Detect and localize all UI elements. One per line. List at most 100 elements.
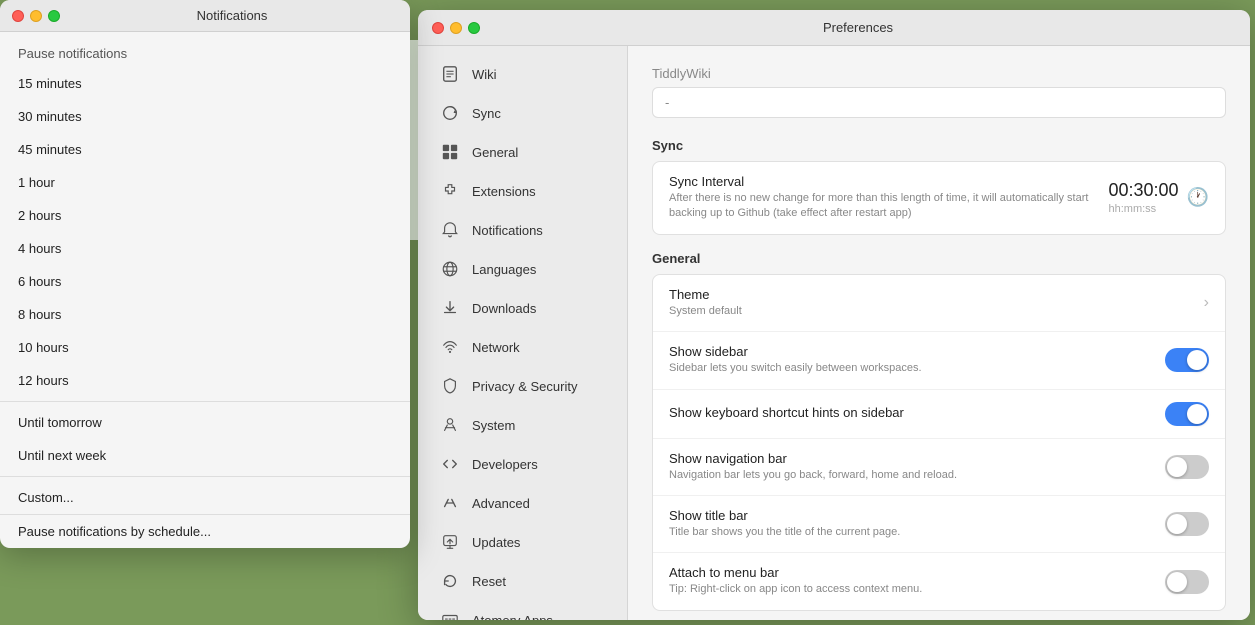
menu-bar-toggle[interactable]	[1165, 570, 1209, 594]
notif-item-3[interactable]: 1 hour	[0, 166, 410, 199]
prefs-close-button[interactable]	[432, 22, 444, 34]
prefs-window-title: Preferences	[480, 20, 1236, 35]
navigation-bar-control[interactable]	[1165, 455, 1209, 479]
title-bar-toggle-knob	[1167, 514, 1187, 534]
notif-item-7[interactable]: 8 hours	[0, 298, 410, 331]
title-bar-info: Show title bar Title bar shows you the ti…	[669, 508, 1165, 540]
notif-panel-title: Notifications	[66, 8, 398, 23]
extensions-icon	[440, 181, 460, 201]
show-sidebar-toggle[interactable]	[1165, 348, 1209, 372]
sidebar-item-label-reset: Reset	[472, 574, 506, 589]
theme-title: Theme	[669, 287, 1204, 302]
updates-icon	[440, 532, 460, 552]
sidebar-item-advanced[interactable]: Advanced	[424, 484, 621, 522]
sidebar-item-extensions[interactable]: Extensions	[424, 172, 621, 210]
general-icon	[440, 142, 460, 162]
notif-item-10[interactable]: Until tomorrow	[0, 406, 410, 439]
sidebar-item-downloads[interactable]: Downloads	[424, 289, 621, 327]
tiddlywiki-value: -	[652, 87, 1226, 118]
notif-header: Pause notifications	[0, 32, 410, 67]
sidebar-item-system[interactable]: System	[424, 406, 621, 444]
title-bar-control[interactable]	[1165, 512, 1209, 536]
sync-time-value[interactable]: 00:30:00	[1109, 180, 1179, 201]
notif-item-0[interactable]: 15 minutes	[0, 67, 410, 100]
general-row-theme: ThemeSystem default›	[653, 275, 1225, 332]
sidebar-item-notifications[interactable]: Notifications	[424, 211, 621, 249]
navigation-bar-info: Show navigation barNavigation bar lets y…	[669, 451, 1165, 483]
notif-item-12[interactable]: Custom...	[0, 481, 410, 514]
advanced-icon	[440, 493, 460, 513]
menu-bar-desc: Tip: Right-click on app icon to access c…	[669, 582, 1165, 597]
theme-info: ThemeSystem default	[669, 287, 1204, 319]
general-card: ThemeSystem default› Show sidebar Sidebar …	[652, 274, 1226, 611]
atomery-icon	[440, 610, 460, 620]
general-row-navigation-bar: Show navigation barNavigation bar lets y…	[653, 439, 1225, 496]
preferences-window: Preferences WikiSyncGeneralExtensionsNot…	[418, 10, 1250, 620]
minimize-button[interactable]	[30, 10, 42, 22]
notif-item-8[interactable]: 10 hours	[0, 331, 410, 364]
sidebar-item-label-advanced: Advanced	[472, 496, 530, 511]
keyboard-hints-control[interactable]	[1165, 402, 1209, 426]
sidebar-item-label-updates: Updates	[472, 535, 520, 550]
notif-schedule-item[interactable]: Pause notifications by schedule...	[0, 514, 410, 548]
navigation-bar-title: Show navigation bar	[669, 451, 1165, 466]
keyboard-hints-toggle-knob	[1187, 404, 1207, 424]
sync-interval-desc: After there is no new change for more th…	[669, 191, 1109, 222]
wiki-icon	[440, 64, 460, 84]
notif-item-2[interactable]: 45 minutes	[0, 133, 410, 166]
maximize-button[interactable]	[48, 10, 60, 22]
show-sidebar-info: Show sidebar Sidebar lets you switch easi…	[669, 344, 1165, 376]
general-row-keyboard-hints: Show keyboard shortcut hints on sidebar	[653, 390, 1225, 439]
sync-interval-control[interactable]: 00:30:00 hh:mm:ss 🕐	[1109, 180, 1210, 215]
sidebar-item-label-privacy: Privacy & Security	[472, 379, 577, 394]
notif-item-11[interactable]: Until next week	[0, 439, 410, 472]
title-bar-desc: Title bar shows you the title of the cur…	[669, 525, 1165, 540]
show-sidebar-toggle-knob	[1187, 350, 1207, 370]
sync-section-title: Sync	[652, 138, 1226, 153]
sidebar-item-network[interactable]: Network	[424, 328, 621, 366]
show-sidebar-title: Show sidebar	[669, 344, 1165, 359]
sidebar-item-updates[interactable]: Updates	[424, 523, 621, 561]
show-sidebar-desc: Sidebar lets you switch easily between w…	[669, 361, 1165, 376]
sync-card: Sync Interval After there is no new chan…	[652, 161, 1226, 235]
menu-bar-control[interactable]	[1165, 570, 1209, 594]
notif-item-5[interactable]: 4 hours	[0, 232, 410, 265]
general-row-show-sidebar: Show sidebar Sidebar lets you switch easi…	[653, 332, 1225, 389]
notif-item-4[interactable]: 2 hours	[0, 199, 410, 232]
sidebar-item-wiki[interactable]: Wiki	[424, 55, 621, 93]
sidebar-item-sync[interactable]: Sync	[424, 94, 621, 132]
sidebar-item-privacy[interactable]: Privacy & Security	[424, 367, 621, 405]
sidebar-item-label-notifications: Notifications	[472, 223, 543, 238]
system-icon	[440, 415, 460, 435]
sidebar-item-reset[interactable]: Reset	[424, 562, 621, 600]
sidebar-item-developers[interactable]: Developers	[424, 445, 621, 483]
prefs-maximize-button[interactable]	[468, 22, 480, 34]
notif-item-1[interactable]: 30 minutes	[0, 100, 410, 133]
sidebar-item-atomery[interactable]: Atomery Apps	[424, 601, 621, 620]
theme-chevron-icon: ›	[1204, 294, 1209, 312]
sidebar-item-general[interactable]: General	[424, 133, 621, 171]
reset-icon	[440, 571, 460, 591]
sidebar-item-label-wiki: Wiki	[472, 67, 497, 82]
keyboard-hints-toggle[interactable]	[1165, 402, 1209, 426]
languages-icon	[440, 259, 460, 279]
notif-item-9[interactable]: 12 hours	[0, 364, 410, 397]
close-button[interactable]	[12, 10, 24, 22]
sidebar-item-languages[interactable]: Languages	[424, 250, 621, 288]
title-bar-toggle[interactable]	[1165, 512, 1209, 536]
navigation-bar-toggle[interactable]	[1165, 455, 1209, 479]
sync-icon	[440, 103, 460, 123]
show-sidebar-control[interactable]	[1165, 348, 1209, 372]
title-bar-title: Show title bar	[669, 508, 1165, 523]
sync-time-format: hh:mm:ss	[1109, 203, 1179, 215]
prefs-body: WikiSyncGeneralExtensionsNotificationsLa…	[418, 46, 1250, 620]
tiddlywiki-label: TiddlyWiki	[652, 66, 1226, 81]
sync-interval-info: Sync Interval After there is no new chan…	[669, 174, 1109, 222]
prefs-sidebar: Wiki SyncGeneralExtensions Notifications La…	[418, 46, 628, 620]
sidebar-item-label-developers: Developers	[472, 457, 538, 472]
theme-control[interactable]: ›	[1204, 294, 1209, 312]
notifications-panel: Notifications Pause notifications 15 min…	[0, 0, 410, 548]
general-row-title-bar: Show title bar Title bar shows you the ti…	[653, 496, 1225, 553]
notif-item-6[interactable]: 6 hours	[0, 265, 410, 298]
prefs-minimize-button[interactable]	[450, 22, 462, 34]
